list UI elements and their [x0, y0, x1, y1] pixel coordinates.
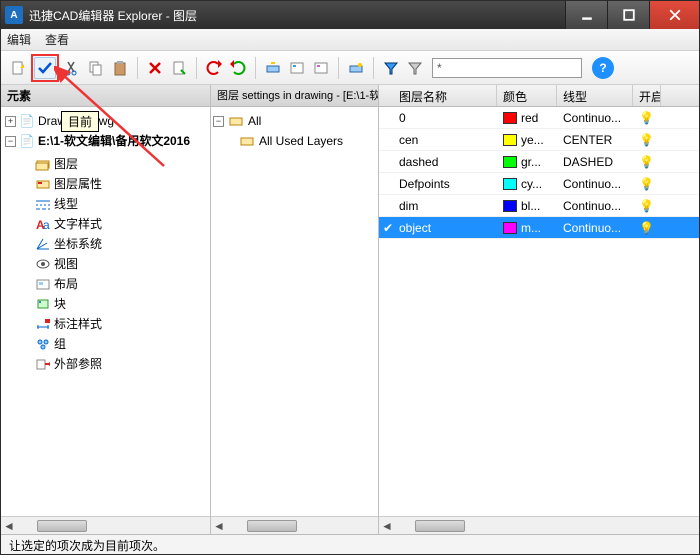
tree-item[interactable]: 块 [21, 294, 208, 314]
menubar: 编辑 查看 [1, 29, 699, 51]
table-row[interactable]: 0redContinuo...💡 [379, 107, 699, 129]
table-row[interactable]: dashedgr...DASHED💡 [379, 151, 699, 173]
filter-off-icon[interactable] [404, 57, 426, 79]
tooltip: 目前 [61, 111, 99, 132]
status-bar: 让选定的项次成为目前项次。 [1, 534, 699, 554]
table-row[interactable]: cenye...CENTER💡 [379, 129, 699, 151]
close-button[interactable] [649, 1, 699, 29]
tree-item[interactable]: 组 [21, 334, 208, 354]
app-icon: A [5, 6, 23, 24]
tree-item[interactable]: 坐标系统 [21, 234, 208, 254]
maximize-button[interactable] [607, 1, 649, 29]
tree-item[interactable]: 图层属性 [21, 174, 208, 194]
right-scrollbar[interactable]: ◄ [379, 516, 699, 534]
purge-icon[interactable] [168, 57, 190, 79]
search-input[interactable]: * [432, 58, 582, 78]
tool-3-icon[interactable] [310, 57, 332, 79]
mid-scrollbar[interactable]: ◄ [211, 516, 378, 534]
current-button-highlight [31, 54, 59, 82]
help-button[interactable]: ? [592, 57, 614, 79]
delete-icon[interactable] [144, 57, 166, 79]
tree-file-active[interactable]: −📄E:\1-软文编辑\备用软文2016 图层图层属性线型Aa文字样式坐标系统视… [5, 131, 208, 374]
element-tree[interactable]: 目前 +📄Drawing1.dwg −📄E:\1-软文编辑\备用软文2016 图… [1, 107, 210, 516]
tree-item[interactable]: 图层 [21, 154, 208, 174]
grid-header: 图层名称 颜色 线型 开启 [379, 85, 699, 107]
col-name[interactable]: 图层名称 [379, 85, 497, 106]
table-row[interactable]: Defpointscy...Continuo...💡 [379, 173, 699, 195]
left-pane-header: 元素 [1, 85, 210, 107]
undo-icon[interactable] [203, 57, 225, 79]
minimize-button[interactable] [565, 1, 607, 29]
tool-2-icon[interactable] [286, 57, 308, 79]
tool-1-icon[interactable] [262, 57, 284, 79]
copy-icon[interactable] [85, 57, 107, 79]
cut-icon[interactable] [61, 57, 83, 79]
left-scrollbar[interactable]: ◄ [1, 516, 210, 534]
toolbar: * ? [1, 51, 699, 85]
window-title: 迅捷CAD编辑器 Explorer - 图层 [29, 7, 565, 24]
tree-item[interactable]: 外部参照 [21, 354, 208, 374]
checkmark-icon[interactable] [34, 57, 56, 79]
titlebar: A 迅捷CAD编辑器 Explorer - 图层 [1, 1, 699, 29]
table-row[interactable]: objectm...Continuo...💡 [379, 217, 699, 239]
layer-grid[interactable]: 0redContinuo...💡cenye...CENTER💡dashedgr.… [379, 107, 699, 516]
tree-item[interactable]: 视图 [21, 254, 208, 274]
new-icon[interactable] [7, 57, 29, 79]
paste-icon[interactable] [109, 57, 131, 79]
tree-item[interactable]: 线型 [21, 194, 208, 214]
mid-pane-header: 图层 settings in drawing - [E:\1-软文编辑\备用软文… [211, 85, 378, 107]
redo-icon[interactable] [227, 57, 249, 79]
filter-tree[interactable]: −All All Used Layers [211, 107, 378, 516]
menu-edit[interactable]: 编辑 [7, 31, 31, 48]
menu-view[interactable]: 查看 [45, 31, 69, 48]
tree-item[interactable]: 标注样式 [21, 314, 208, 334]
filter-all[interactable]: −All [213, 111, 376, 131]
table-row[interactable]: dimbl...Continuo...💡 [379, 195, 699, 217]
tree-item[interactable]: Aa文字样式 [21, 214, 208, 234]
svg-text:a: a [43, 218, 50, 231]
col-linetype[interactable]: 线型 [557, 85, 633, 106]
col-color[interactable]: 颜色 [497, 85, 557, 106]
tool-4-icon[interactable] [345, 57, 367, 79]
col-on[interactable]: 开启 [633, 85, 661, 106]
tree-item[interactable]: 布局 [21, 274, 208, 294]
filter-icon[interactable] [380, 57, 402, 79]
tree-file[interactable]: +📄Drawing1.dwg [5, 111, 208, 131]
filter-used[interactable]: All Used Layers [213, 131, 376, 151]
